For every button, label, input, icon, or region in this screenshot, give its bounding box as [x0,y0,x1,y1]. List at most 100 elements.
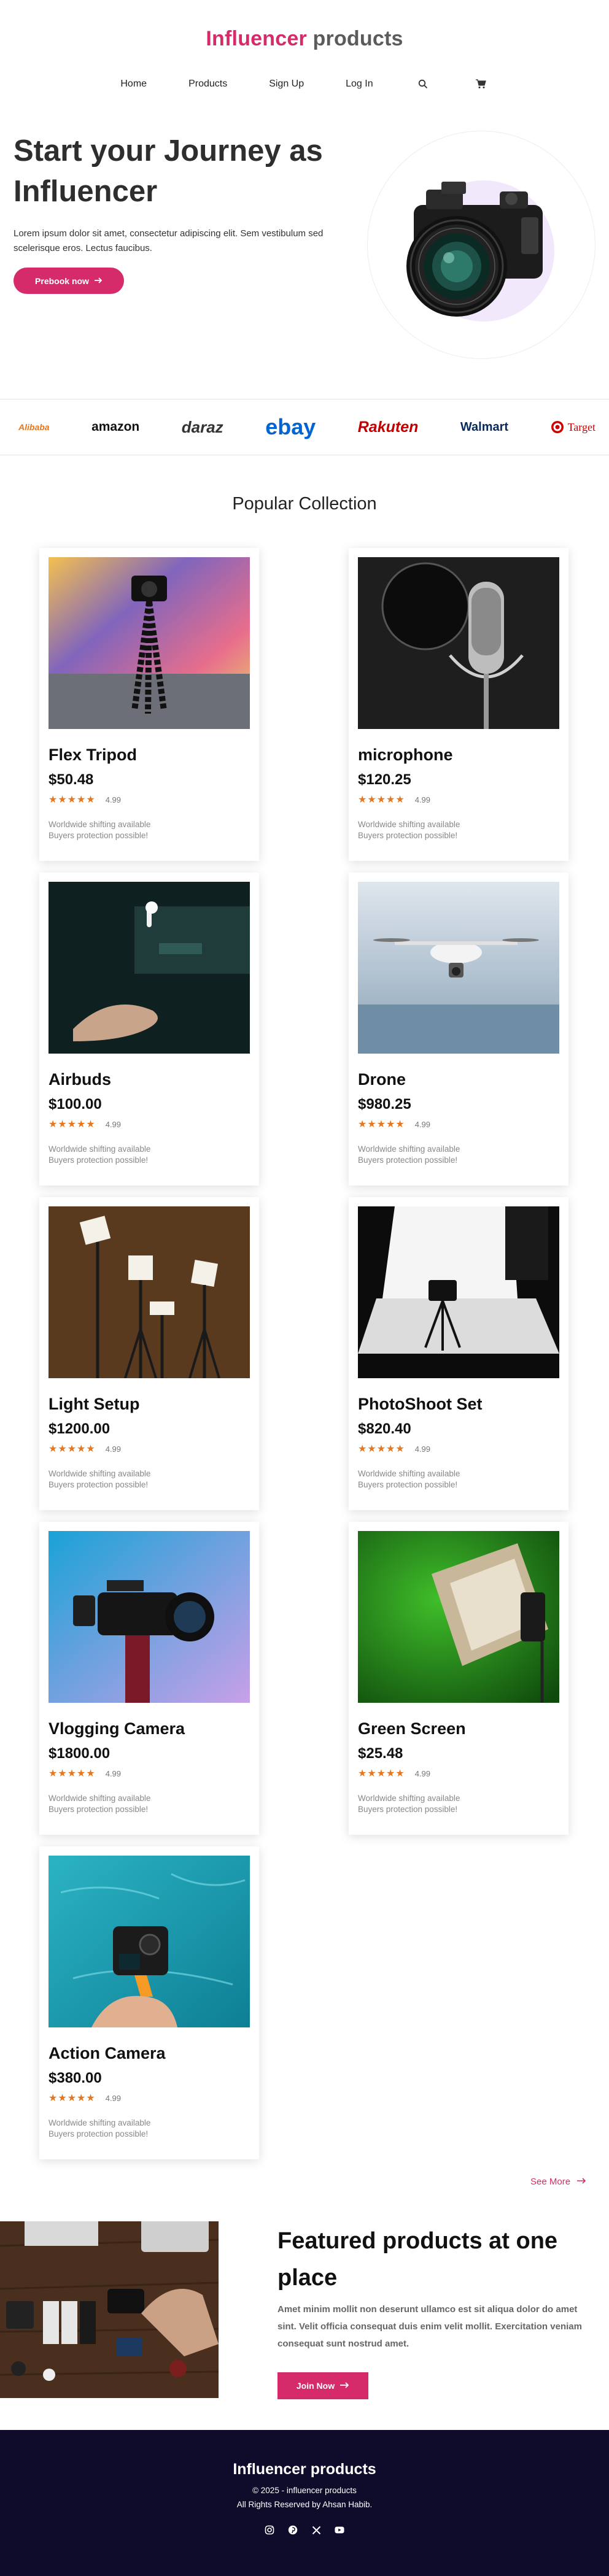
brand-target[interactable]: Target [551,420,595,434]
shipping-info: Worldwide shifting available Buyers prot… [48,1468,150,1490]
product-image-light-setup [48,1206,250,1378]
featured-title: Featured products at one place [277,2228,558,2291]
product-rating: ★★★★★ 4.99 [358,793,430,806]
brand-ebay[interactable]: ebay [265,414,316,440]
protection-line: Buyers protection possible! [48,1805,149,1814]
product-name: Drone [358,1070,406,1089]
product-price: $50.48 [48,771,94,788]
x-icon[interactable] [311,2525,321,2535]
prebook-button[interactable]: Prebook now [14,268,124,294]
product-card[interactable]: PhotoShoot Set $820.40 ★★★★★ 4.99 Worldw… [349,1197,568,1510]
product-price: $1200.00 [48,1421,111,1437]
star-rating-icon: ★★★★★ [48,1444,96,1454]
product-image-airbuds [48,882,250,1054]
product-price: $820.40 [358,1421,411,1437]
rating-value: 4.99 [105,1444,122,1454]
shipping-line: Worldwide shifting available [48,1144,151,1154]
cart-icon[interactable] [475,79,486,90]
product-rating: ★★★★★ 4.99 [48,1118,121,1130]
protection-line: Buyers protection possible! [358,1480,458,1489]
shipping-info: Worldwide shifting available Buyers prot… [358,819,460,841]
shipping-line: Worldwide shifting available [48,1794,151,1803]
shipping-info: Worldwide shifting available Buyers prot… [358,1793,460,1815]
product-price: $380.00 [48,2070,102,2086]
footer-rights: All Rights Reserved by Ahsan Habib. [236,2500,373,2509]
product-rating: ★★★★★ 4.99 [48,2092,121,2104]
product-rating: ★★★★★ 4.99 [358,1443,430,1455]
brand-strip: Alibaba amazon daraz ebay Rakuten Walmar… [0,399,609,455]
pinterest-icon[interactable] [288,2525,298,2535]
brand-daraz[interactable]: daraz [182,418,223,437]
product-name: Airbuds [48,1070,112,1089]
product-name: microphone [358,746,453,764]
brand-target-label: Target [567,420,595,433]
product-rating: ★★★★★ 4.99 [48,793,121,806]
footer: Influencer products © 2025 - influencer … [0,2430,609,2576]
rating-value: 4.99 [414,1119,431,1129]
shipping-line: Worldwide shifting available [48,1469,151,1478]
rating-value: 4.99 [414,795,431,804]
nav-log-in[interactable]: Log In [346,79,373,90]
arrow-right-icon [94,276,103,286]
product-card[interactable]: Vlogging Camera $1800.00 ★★★★★ 4.99 Worl… [39,1522,259,1835]
target-logo-icon [551,421,564,433]
shipping-line: Worldwide shifting available [358,820,460,829]
product-image-microphone [358,557,559,729]
product-card[interactable]: Light Setup $1200.00 ★★★★★ 4.99 Worldwid… [39,1197,259,1510]
shipping-info: Worldwide shifting available Buyers prot… [48,2118,150,2140]
product-card[interactable]: Airbuds $100.00 ★★★★★ 4.99 Worldwide shi… [39,873,259,1186]
shipping-line: Worldwide shifting available [48,820,151,829]
rating-value: 4.99 [105,2093,122,2103]
site-title-accent: Influencer [206,27,307,50]
shipping-info: Worldwide shifting available Buyers prot… [358,1144,460,1166]
product-name: Light Setup [48,1395,140,1413]
product-price: $120.25 [358,771,411,788]
product-card[interactable]: Action Camera $380.00 ★★★★★ 4.99 Worldwi… [39,1846,259,2159]
product-card[interactable]: microphone $120.25 ★★★★★ 4.99 Worldwide … [349,548,568,861]
product-card[interactable]: Green Screen $25.48 ★★★★★ 4.99 Worldwide… [349,1522,568,1835]
protection-line: Buyers protection possible! [358,1155,458,1165]
see-more-link[interactable]: See More [530,2177,586,2187]
product-image-photoshoot-set [358,1206,559,1378]
product-rating: ★★★★★ 4.99 [358,1118,430,1130]
brand-alibaba[interactable]: Alibaba [18,422,50,432]
product-price: $100.00 [48,1096,102,1113]
camera-image [406,182,543,317]
nav-sign-up[interactable]: Sign Up [269,79,304,90]
product-price: $1800.00 [48,1745,111,1762]
hero-text: Lorem ipsum dolor sit amet, consectetur … [14,228,324,253]
shipping-info: Worldwide shifting available Buyers prot… [48,819,150,841]
arrow-right-icon [339,2381,349,2391]
rating-value: 4.99 [414,1768,431,1778]
see-more-label: See More [530,2177,571,2187]
nav-home[interactable]: Home [120,79,147,90]
featured-image [0,2221,219,2398]
protection-line: Buyers protection possible! [48,1480,149,1489]
search-icon[interactable] [417,79,429,90]
product-name: Action Camera [48,2044,166,2062]
rating-value: 4.99 [105,1768,122,1778]
social-links [0,2525,609,2535]
hero-title: Start your Journey as Influencer [14,134,323,208]
product-price: $980.25 [358,1096,411,1113]
brand-amazon[interactable]: amazon [91,420,139,434]
product-name: Flex Tripod [48,746,138,764]
nav-products[interactable]: Products [188,79,227,90]
youtube-icon[interactable] [335,2525,344,2535]
instagram-icon[interactable] [265,2525,274,2535]
shipping-line: Worldwide shifting available [358,1469,460,1478]
collection-title: Popular Collection [232,494,377,514]
hero-image-frame [367,131,595,359]
arrow-right-icon [576,2177,586,2187]
join-now-label: Join Now [296,2381,335,2391]
join-now-button[interactable]: Join Now [277,2372,368,2399]
product-card[interactable]: Flex Tripod $50.48 ★★★★★ 4.99 Worldwide … [39,548,259,861]
site-title[interactable]: Influencer products [0,0,609,51]
page: Influencer products Home Products Sign U… [0,0,609,2576]
product-image-vlogging-camera [48,1531,250,1703]
featured-text: Amet minim mollit non deserunt ullamco e… [277,2304,582,2349]
product-card[interactable]: Drone $980.25 ★★★★★ 4.99 Worldwide shift… [349,873,568,1186]
brand-rakuten[interactable]: Rakuten [358,418,419,436]
shipping-info: Worldwide shifting available Buyers prot… [48,1793,150,1815]
brand-walmart[interactable]: Walmart [460,420,508,434]
